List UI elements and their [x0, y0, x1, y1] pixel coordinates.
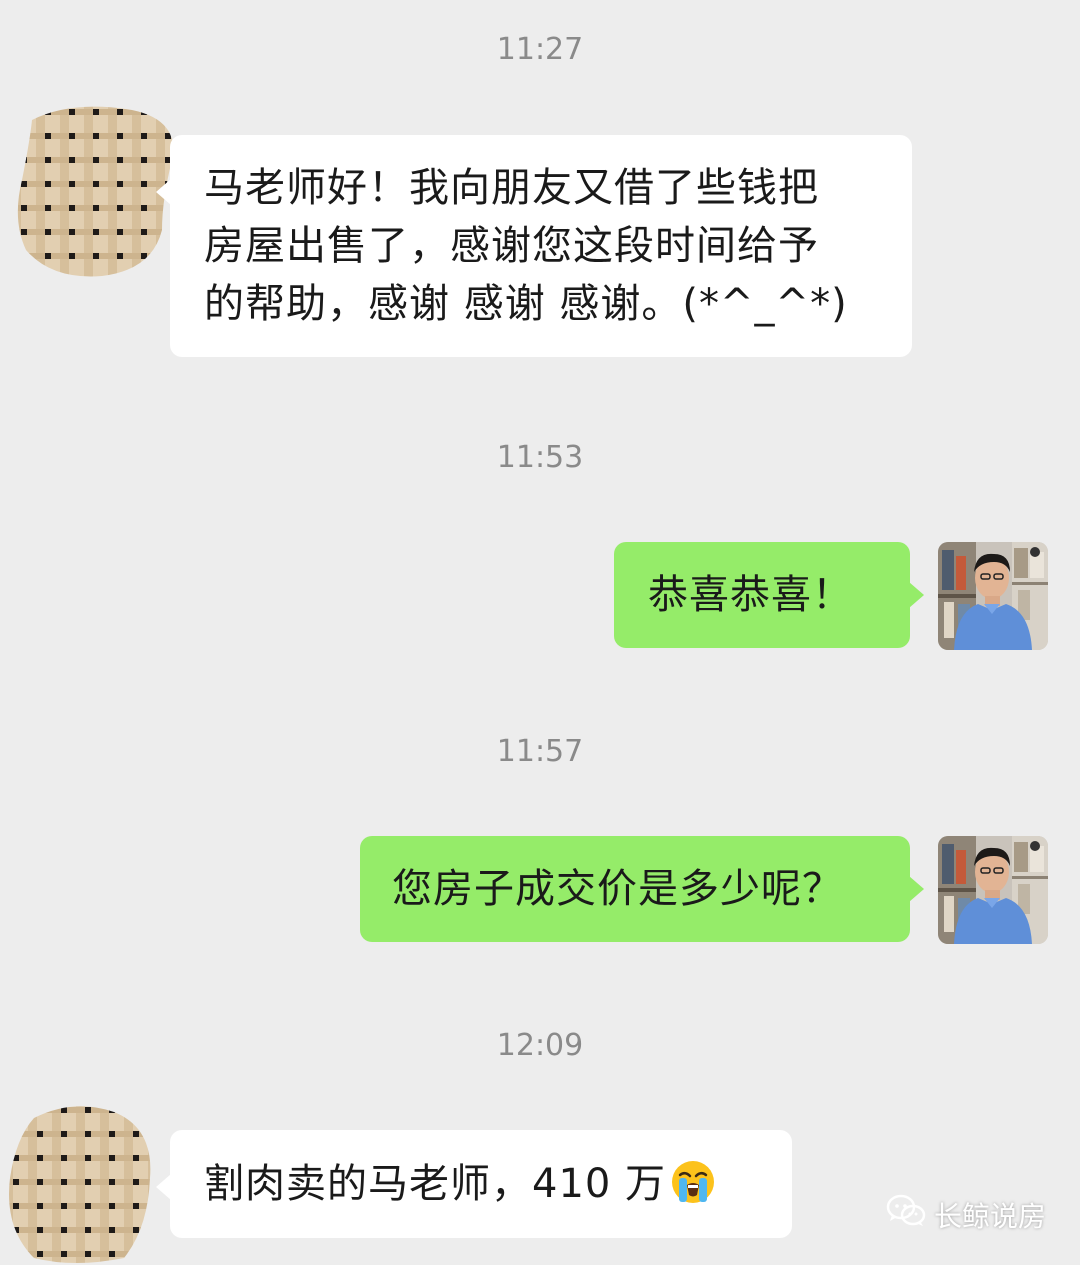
watermark-text: 长鲸说房 — [933, 1199, 1046, 1233]
contact-avatar[interactable] — [12, 100, 180, 280]
user-photo-icon — [938, 542, 1048, 650]
wechat-icon — [886, 1194, 926, 1235]
message-text: 您房子成交价是多少呢？ — [392, 866, 843, 912]
timestamp: 12:09 — [496, 1028, 584, 1063]
message-bubble-outgoing[interactable]: 恭喜恭喜！ — [614, 542, 924, 648]
timestamp: 11:57 — [496, 734, 584, 769]
user-photo-icon — [938, 836, 1048, 944]
message-text: 恭喜恭喜！ — [648, 572, 853, 618]
message-text: 割肉卖的马老师，410 万 — [204, 1161, 667, 1207]
message-text: 马老师好！我向朋友又借了些钱把 — [204, 165, 819, 211]
message-bubble-incoming[interactable]: 马老师好！我向朋友又借了些钱把 房屋出售了，感谢您这段时间给予 的帮助，感谢 感… — [156, 135, 912, 357]
contact-avatar[interactable] — [4, 1098, 154, 1265]
timestamp: 11:27 — [496, 32, 584, 67]
own-avatar[interactable] — [938, 836, 1048, 944]
message-bubble-outgoing[interactable]: 您房子成交价是多少呢？ — [360, 836, 924, 942]
timestamp: 11:53 — [496, 440, 584, 475]
watermark: 长鲸说房 — [886, 1194, 1046, 1235]
message-bubble-incoming[interactable]: 割肉卖的马老师，410 万 — [156, 1130, 792, 1238]
loudly-crying-face-icon — [670, 1159, 716, 1221]
message-text: 的帮助，感谢 感谢 感谢。(*^_^*) — [204, 281, 848, 327]
message-text: 房屋出售了，感谢您这段时间给予 — [204, 223, 819, 269]
mosaic-avatar-icon — [9, 1106, 151, 1263]
own-avatar[interactable] — [938, 542, 1048, 650]
mosaic-avatar-icon — [17, 106, 174, 277]
